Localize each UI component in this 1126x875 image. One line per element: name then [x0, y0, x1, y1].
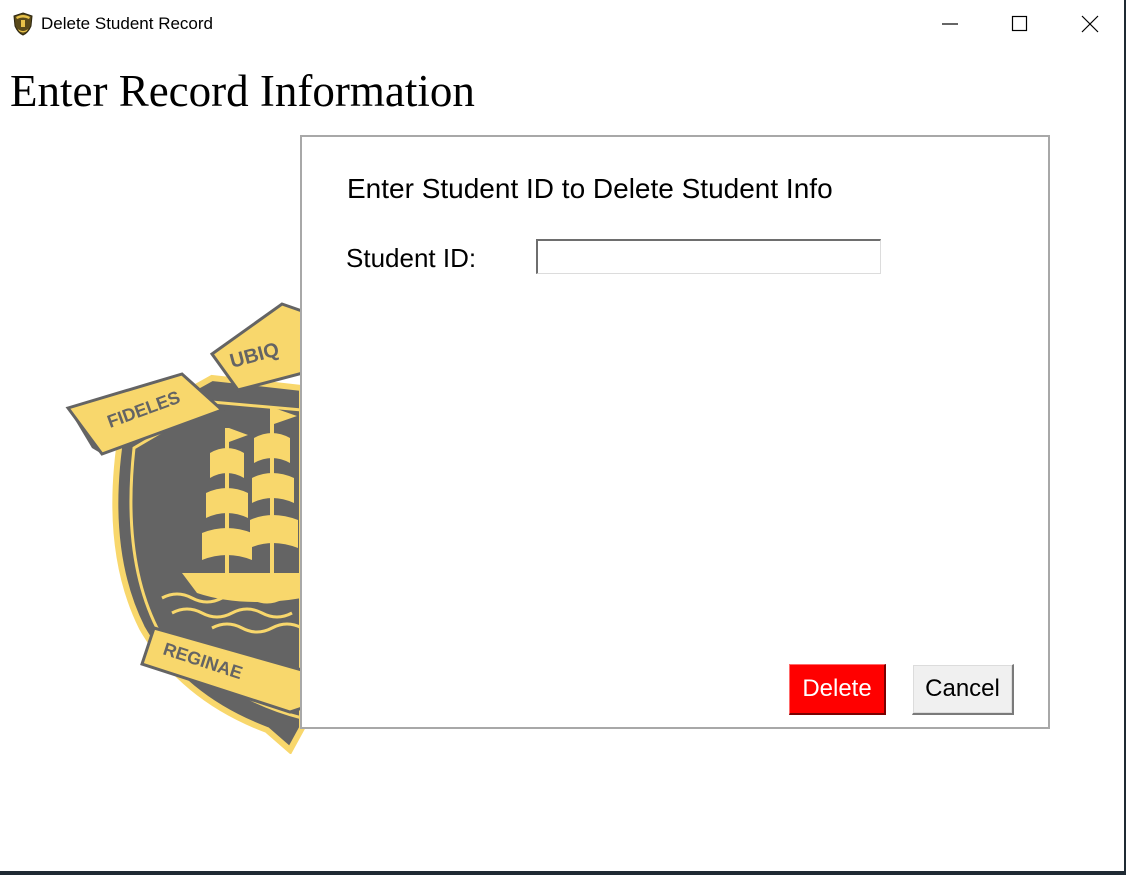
- minimize-icon: [942, 23, 958, 25]
- title-bar[interactable]: Delete Student Record: [0, 0, 1124, 48]
- cancel-button[interactable]: Cancel: [912, 664, 1014, 715]
- close-icon: [1081, 15, 1099, 33]
- window-title: Delete Student Record: [41, 14, 213, 33]
- close-button[interactable]: [1055, 0, 1125, 48]
- delete-button[interactable]: Delete: [789, 664, 886, 715]
- desktop-taskbar-edge: [0, 871, 1126, 875]
- school-crest-icon: [13, 12, 33, 36]
- app-window: Delete Student Record Enter Record Infor…: [0, 0, 1126, 875]
- delete-record-dialog: Enter Student ID to Delete Student Info …: [300, 135, 1050, 729]
- student-id-input[interactable]: [536, 239, 881, 274]
- minimize-button[interactable]: [915, 0, 985, 48]
- school-crest-logo: FIDELES UBIQ REGINAE: [65, 302, 322, 754]
- student-id-label: Student ID:: [346, 243, 477, 273]
- maximize-icon: [1011, 15, 1028, 32]
- maximize-button[interactable]: [985, 0, 1055, 48]
- dialog-title: Enter Student ID to Delete Student Info: [347, 173, 833, 204]
- page-heading: Enter Record Information: [10, 66, 475, 116]
